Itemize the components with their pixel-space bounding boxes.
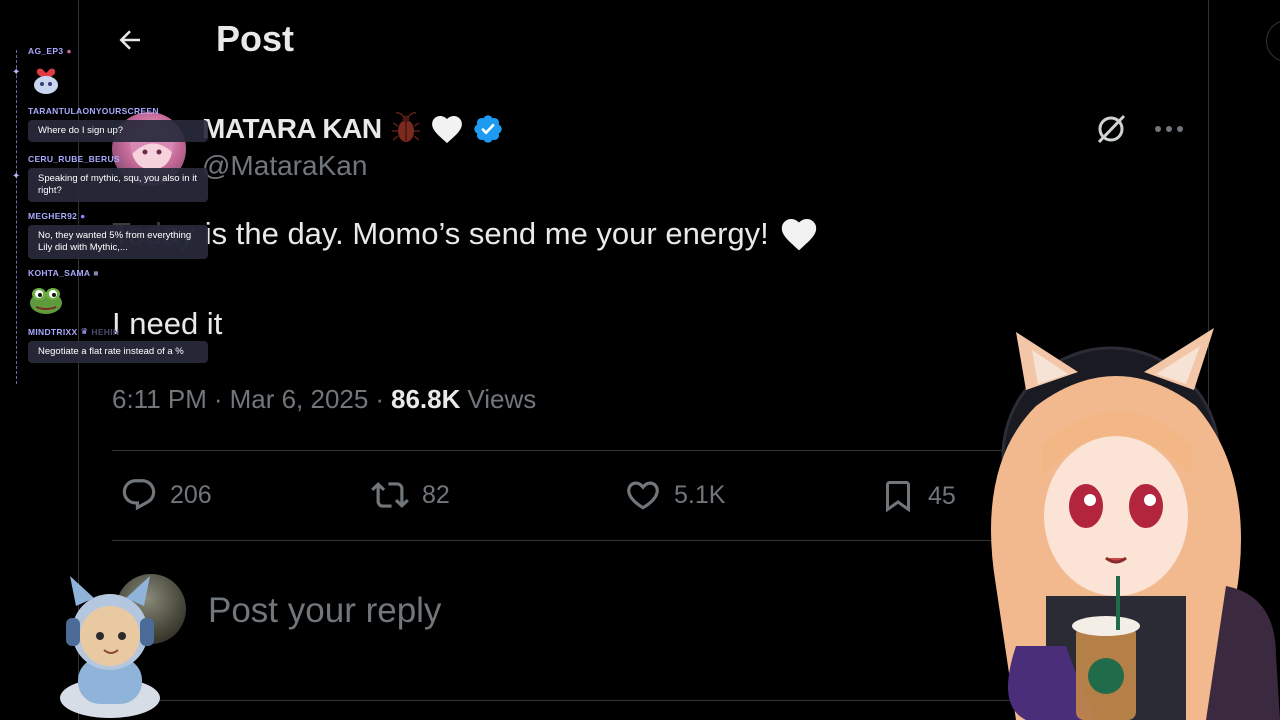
back-button[interactable]	[112, 22, 148, 58]
meta-separator: ·	[213, 384, 223, 414]
more-dots-icon[interactable]	[1154, 124, 1184, 134]
chat-message: MINDTRIXX ♛ HEHIN Negotiate a flat rate …	[28, 326, 208, 363]
bookmark-count: 45	[928, 481, 956, 510]
sidebar-search-edge[interactable]	[1266, 20, 1280, 62]
chat-text: Negotiate a flat rate instead of a %	[28, 341, 208, 363]
white-heart-emoji-icon	[781, 218, 816, 251]
page-title: Post	[216, 18, 295, 59]
chat-message: TARANTULAONYOURSCREEN Where do I sign up…	[28, 106, 208, 142]
post-time[interactable]: 6:11 PM	[112, 384, 207, 415]
reply-input[interactable]	[206, 586, 810, 636]
chat-message: MEGHER92 ● No, they wanted 5% from every…	[28, 211, 208, 259]
repost-count: 82	[422, 480, 450, 509]
author-handle[interactable]: @MataraKan	[202, 150, 367, 182]
badge-icon: ●	[80, 211, 86, 221]
repost-icon	[371, 482, 409, 508]
badge-icon: ■	[93, 268, 99, 278]
meta-separator: ·	[375, 384, 384, 414]
tweet-text-line1: Today is the day. Momo’s send me your en…	[112, 216, 819, 252]
like-count: 5.1K	[674, 480, 726, 509]
post-header-actions	[1094, 112, 1184, 146]
reply-icon	[122, 479, 156, 511]
badge-icon: ●	[66, 46, 72, 56]
arrow-left-icon	[119, 30, 140, 50]
white-heart-emoji-icon	[431, 115, 462, 144]
chat-username: MEGHER92	[28, 211, 78, 221]
chat-username: AG_EP3	[28, 46, 64, 56]
crown-icon: ♛	[80, 326, 89, 336]
vtuber-avatar	[991, 328, 1280, 720]
cockroach-emoji-icon	[391, 112, 420, 142]
repost-button[interactable]: 82	[370, 476, 450, 514]
views-count: 86.8K	[391, 384, 461, 414]
grok-icon[interactable]	[1094, 112, 1128, 146]
reply-count: 206	[170, 480, 212, 509]
chat-text: Where do I sign up?	[28, 120, 208, 142]
like-icon	[627, 481, 659, 510]
post-date[interactable]: Mar 6, 2025	[230, 384, 369, 415]
chat-username: KOHTA_SAMA	[28, 268, 91, 278]
bookmark-icon	[886, 481, 910, 513]
chat-message: KOHTA_SAMA ■	[28, 268, 99, 322]
heart-emote-icon	[34, 68, 58, 94]
views-label: Views	[467, 384, 537, 414]
frog-emote-icon	[30, 288, 62, 314]
chat-message: AG_EP3 ●	[28, 46, 72, 100]
reply-button[interactable]: 206	[120, 476, 212, 514]
sparkle-icon: ✦	[12, 171, 21, 182]
chat-text: No, they wanted 5% from everything Lily …	[28, 225, 208, 259]
chat-username: MINDTRIXX	[28, 326, 78, 337]
chat-badge-text: HEHIN	[91, 326, 120, 337]
chat-username: TARANTULAONYOURSCREEN	[28, 106, 159, 116]
chat-username: CERU_RUBE_BERUS	[28, 154, 120, 164]
bookmark-button[interactable]: 45	[880, 476, 956, 516]
like-button[interactable]: 5.1K	[624, 476, 725, 514]
sparkle-icon: ✦	[12, 67, 21, 78]
author-display-name[interactable]: MATARA KAN	[202, 113, 382, 145]
tweet-text-main: is the day. Momo’s send me your energy!	[204, 216, 769, 251]
chat-message: CERU_RUBE_BERUS Speaking of mythic, squ,…	[28, 154, 208, 202]
stream-screen: Post MATARA KAN @MataraKan is the day. M…	[0, 0, 1280, 720]
chat-rail	[16, 50, 18, 384]
post-meta: 6:11 PM · Mar 6, 2025 · 86.8K Views	[112, 384, 536, 415]
verified-badge-icon	[473, 115, 502, 143]
chat-text: Speaking of mythic, squ, you also in it …	[28, 168, 208, 202]
mascot-character-icon	[60, 576, 160, 718]
author-name-row: MATARA KAN	[202, 112, 504, 146]
